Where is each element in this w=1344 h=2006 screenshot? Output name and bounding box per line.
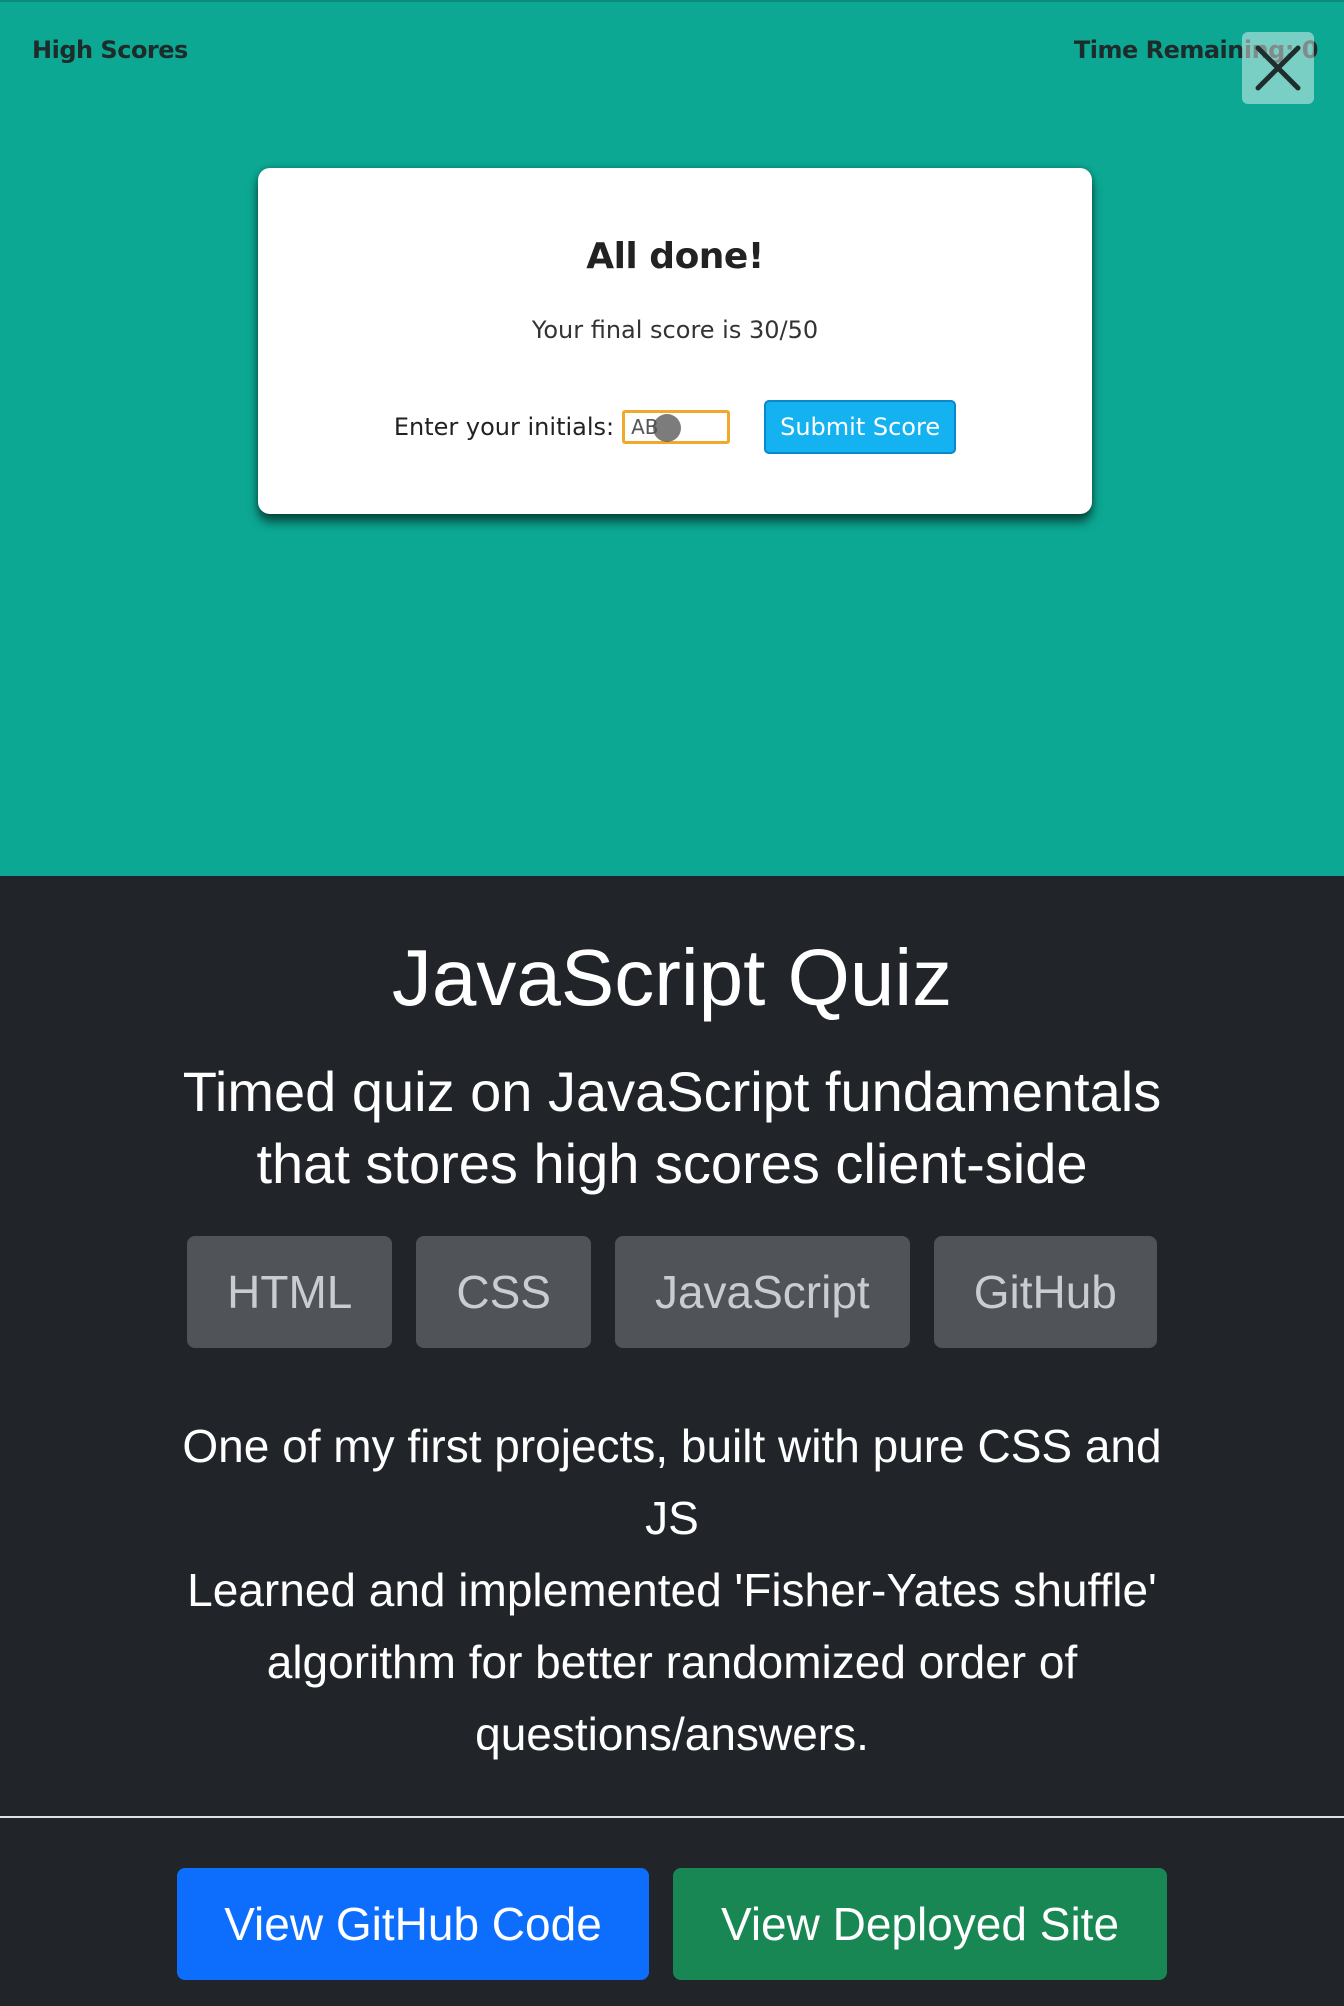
- project-title: JavaScript Quiz: [391, 933, 953, 1022]
- tech-tags: HTML CSS JavaScript GitHub: [0, 1236, 1344, 1348]
- quiz-result-card: All done! Your final score is 30/50 Ente…: [258, 168, 1092, 514]
- project-modal: High Scores Time Remaining: 0 All done! …: [0, 0, 1344, 2006]
- tag-github: GitHub: [933, 1236, 1157, 1348]
- touch-cursor: [653, 414, 682, 442]
- action-buttons: View GitHub Code View Deployed Site: [0, 1868, 1344, 1980]
- close-icon: [1255, 45, 1301, 91]
- close-button[interactable]: [1242, 32, 1314, 104]
- final-score-text: Your final score is 30/50: [531, 316, 819, 344]
- view-site-button[interactable]: View Deployed Site: [673, 1868, 1167, 1980]
- project-preview-screenshot: High Scores Time Remaining: 0 All done! …: [0, 0, 1344, 876]
- initials-row: Enter your initials: AB Submit Score: [258, 400, 1092, 454]
- submit-score-button[interactable]: Submit Score: [764, 400, 957, 454]
- project-subtitle: Timed quiz on JavaScript fundamentals th…: [182, 1060, 1162, 1195]
- high-scores-link[interactable]: High Scores: [32, 36, 188, 64]
- card-title: All done!: [586, 236, 764, 277]
- tag-html: HTML: [187, 1236, 393, 1348]
- description-line: One of my first projects, built with pur…: [182, 1420, 1162, 1544]
- description-line: Learned and implemented 'Fisher-Yates sh…: [187, 1564, 1157, 1760]
- project-description: One of my first projects, built with pur…: [150, 1410, 1194, 1770]
- view-github-button[interactable]: View GitHub Code: [177, 1868, 649, 1980]
- divider: [0, 1816, 1344, 1818]
- initials-input[interactable]: AB: [622, 410, 731, 444]
- tag-css: CSS: [416, 1236, 591, 1348]
- initials-label: Enter your initials:: [393, 413, 615, 441]
- tag-javascript: JavaScript: [614, 1236, 910, 1348]
